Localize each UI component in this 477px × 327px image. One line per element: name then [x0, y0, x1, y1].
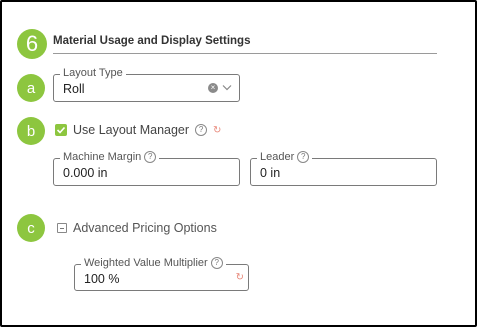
layout-type-label-text: Layout Type [63, 67, 123, 79]
section-divider [53, 53, 437, 54]
leader-label: Leader ? [257, 151, 313, 163]
chevron-down-icon[interactable] [222, 82, 232, 92]
use-layout-manager-row: Use Layout Manager ? ↻ [73, 123, 221, 137]
leader-field[interactable]: Leader ? 0 in [250, 151, 437, 186]
help-icon[interactable]: ? [144, 151, 157, 163]
step-number-badge: 6 [17, 29, 47, 59]
checkmark-icon [56, 126, 66, 134]
clear-icon[interactable]: × [208, 83, 218, 93]
use-layout-manager-label[interactable]: Use Layout Manager [73, 123, 189, 137]
machine-margin-label: Machine Margin ? [60, 151, 160, 163]
help-icon[interactable]: ? [210, 257, 223, 269]
leader-label-text: Leader [260, 151, 295, 163]
leader-value: 0 in [260, 166, 281, 180]
layout-type-label: Layout Type [60, 67, 126, 79]
advanced-pricing-label[interactable]: Advanced Pricing Options [73, 221, 217, 235]
settings-panel: 6 Material Usage and Display Settings a … [0, 0, 477, 327]
reset-icon[interactable]: ↻ [236, 272, 244, 283]
collapse-toggle-icon[interactable] [57, 223, 67, 233]
use-layout-manager-checkbox[interactable] [55, 124, 67, 136]
machine-margin-value: 0.000 in [63, 166, 108, 180]
weighted-value-multiplier-label-text: Weighted Value Multiplier [84, 257, 208, 269]
step-a-letter: a [26, 79, 36, 97]
step-c-badge: c [17, 214, 45, 242]
help-icon[interactable]: ? [195, 124, 208, 136]
step-number: 6 [25, 31, 39, 56]
step-b-letter: b [26, 122, 36, 140]
step-b-badge: b [17, 117, 45, 145]
layout-type-value: Roll [63, 82, 85, 96]
weighted-value-multiplier-label: Weighted Value Multiplier ? [81, 257, 226, 269]
reset-icon[interactable]: ↻ [213, 125, 221, 136]
help-icon[interactable]: ? [297, 151, 310, 163]
section-title: Material Usage and Display Settings [53, 35, 251, 47]
machine-margin-field[interactable]: Machine Margin ? 0.000 in [53, 151, 240, 186]
weighted-value-multiplier-value: 100 % [84, 272, 120, 286]
machine-margin-label-text: Machine Margin [63, 151, 142, 163]
advanced-pricing-row: Advanced Pricing Options [73, 221, 217, 235]
layout-type-select[interactable]: Layout Type Roll × [53, 67, 240, 102]
step-a-badge: a [17, 74, 45, 102]
step-c-letter: c [27, 219, 35, 237]
weighted-value-multiplier-field[interactable]: Weighted Value Multiplier ? 100 % ↻ [74, 257, 249, 291]
